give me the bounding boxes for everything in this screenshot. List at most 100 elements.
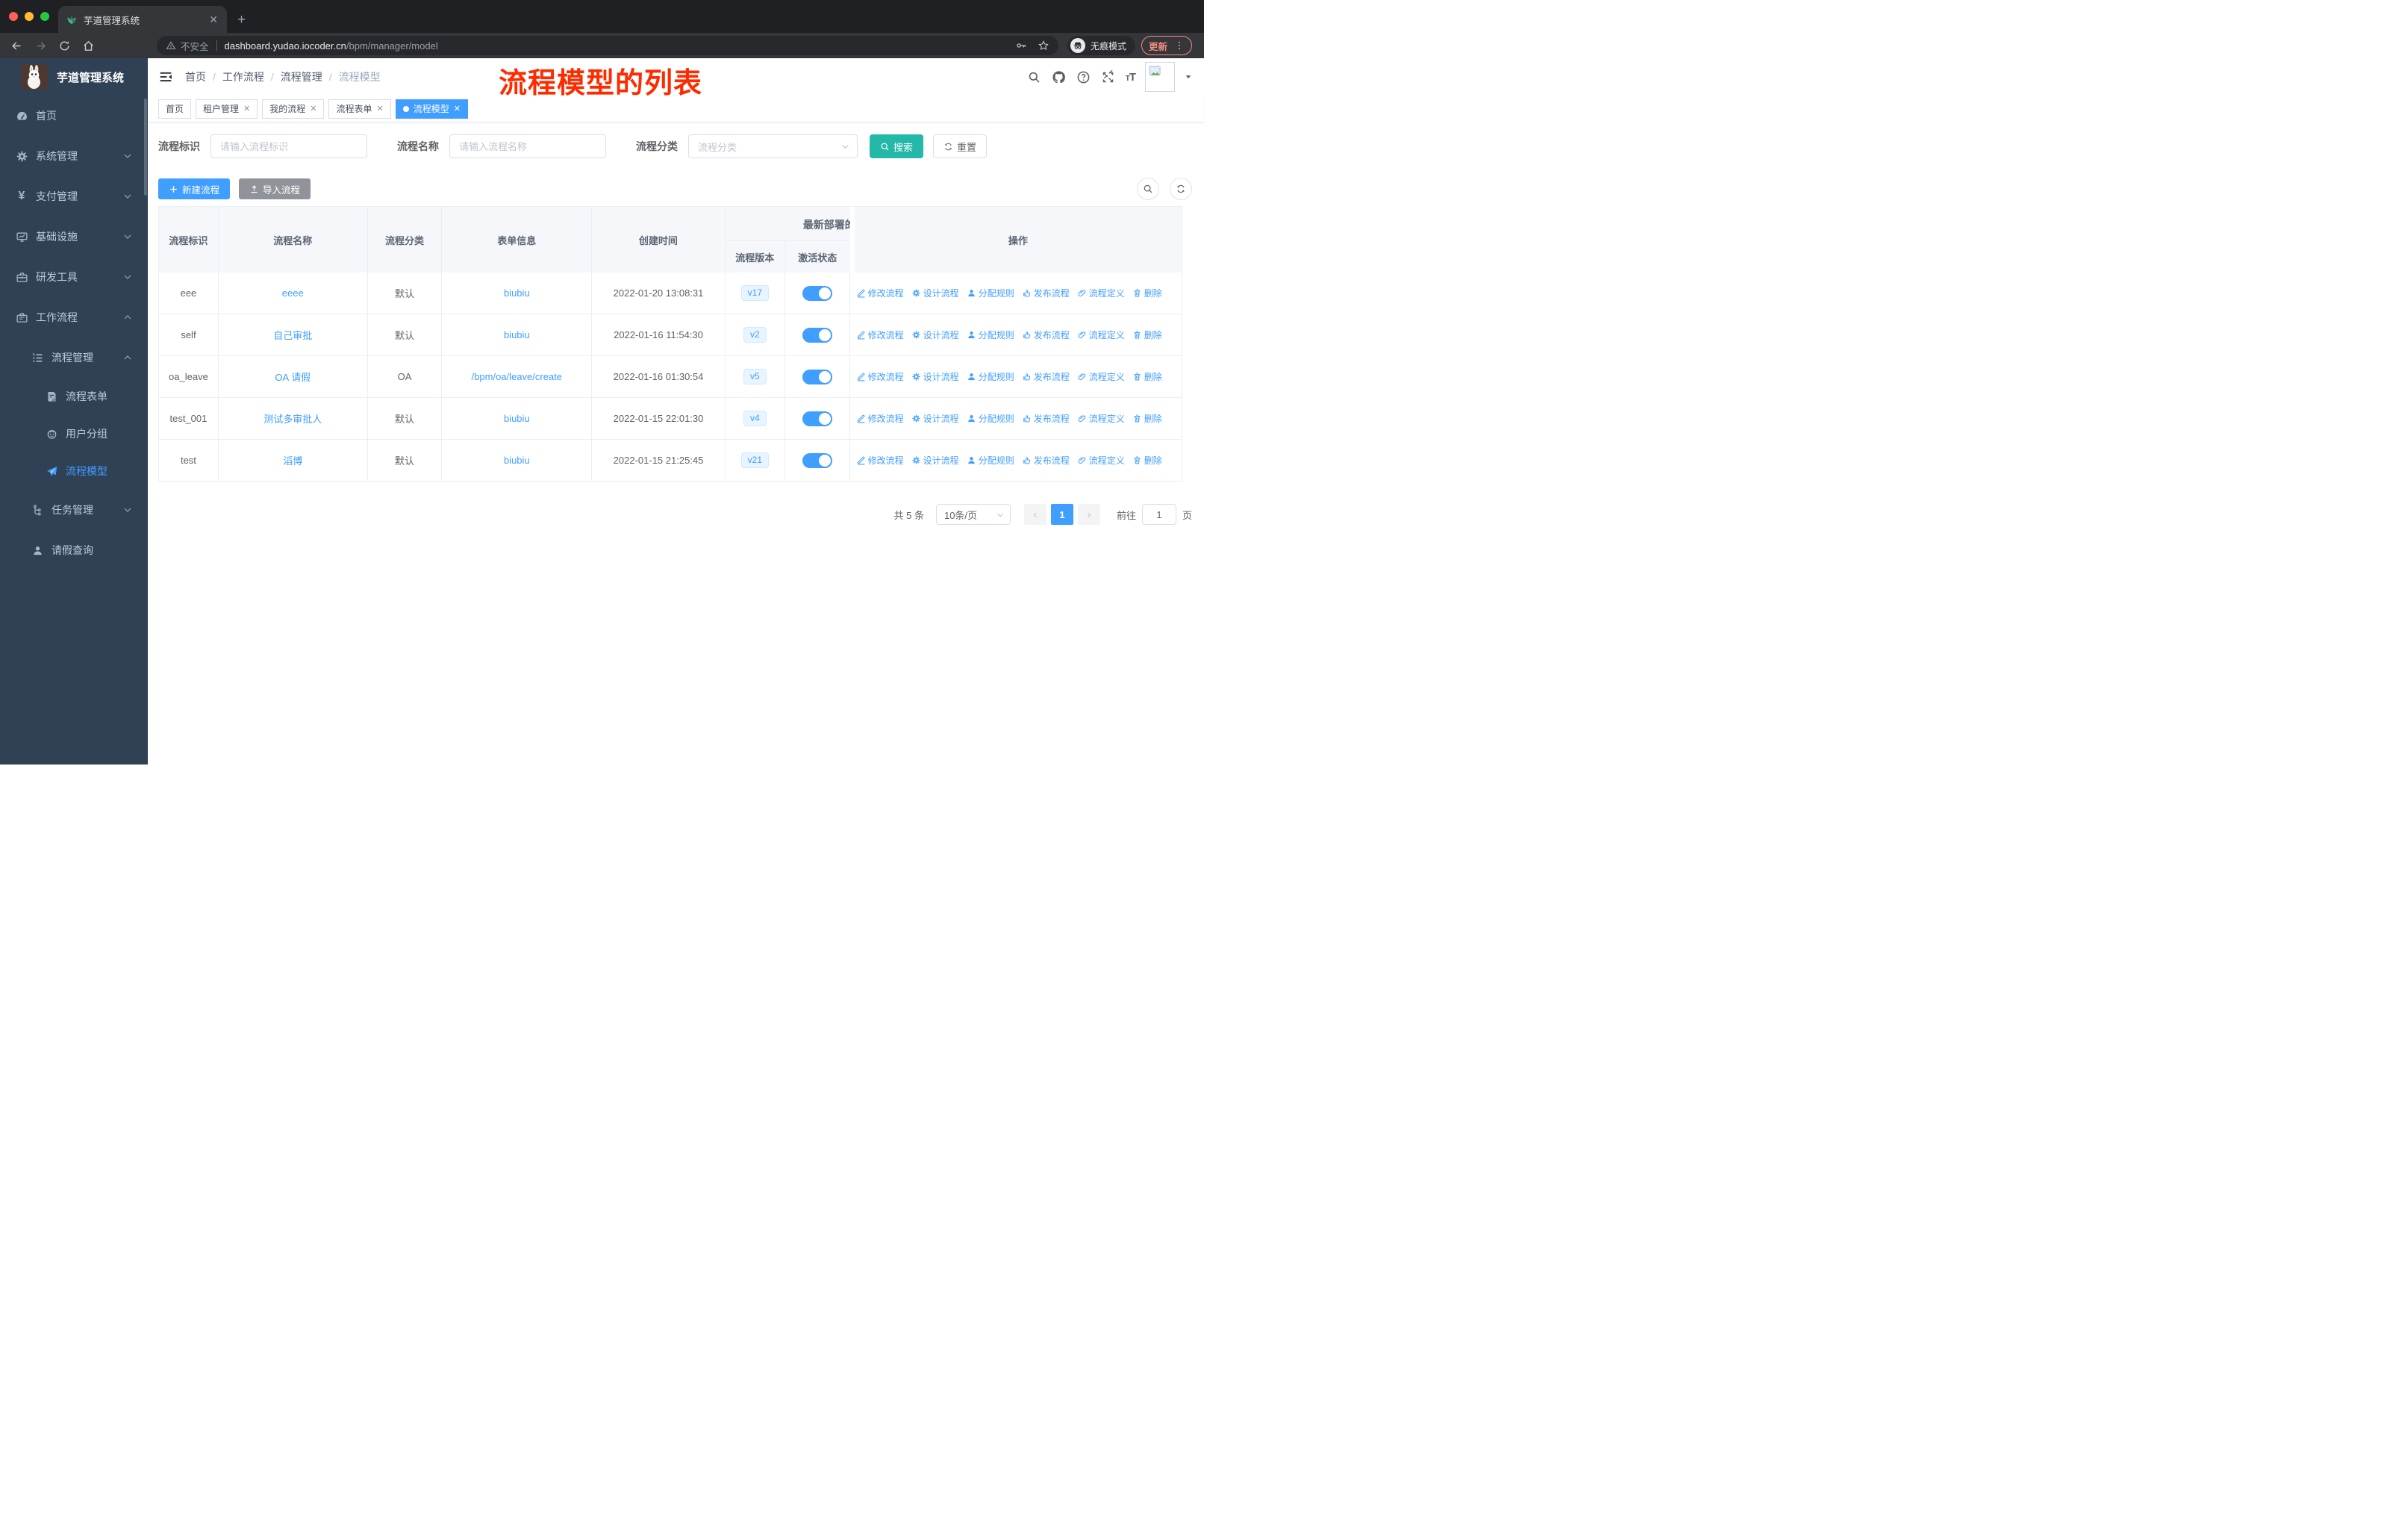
process-name-link[interactable]: 测试多审批人 — [263, 411, 322, 426]
action-publish-link[interactable]: 发布流程 — [1022, 287, 1070, 299]
action-delete-link[interactable]: 删除 — [1132, 328, 1162, 341]
action-assign-link[interactable]: 分配规则 — [967, 287, 1014, 299]
active-toggle[interactable] — [802, 285, 832, 301]
sidebar-item-workflow[interactable]: 工作流程 — [0, 297, 148, 337]
active-toggle[interactable] — [802, 452, 832, 468]
help-icon[interactable] — [1076, 69, 1091, 84]
action-design-link[interactable]: 设计流程 — [911, 328, 959, 341]
action-delete-link[interactable]: 删除 — [1132, 454, 1162, 467]
form-info-link[interactable]: /bpm/oa/leave/create — [472, 371, 562, 382]
toggle-search-button[interactable] — [1137, 178, 1159, 200]
action-definition-link[interactable]: 流程定义 — [1077, 412, 1125, 425]
action-design-link[interactable]: 设计流程 — [911, 454, 959, 467]
action-design-link[interactable]: 设计流程 — [911, 287, 959, 299]
form-info-link[interactable]: biubiu — [504, 329, 530, 340]
category-select[interactable]: 流程分类 — [688, 134, 858, 158]
action-edit-link[interactable]: 修改流程 — [856, 412, 904, 425]
action-edit-link[interactable]: 修改流程 — [856, 454, 904, 467]
reset-button[interactable]: 重置 — [933, 134, 988, 158]
action-publish-link[interactable]: 发布流程 — [1022, 328, 1070, 341]
sidebar-item-process-manage[interactable]: 流程管理 — [0, 337, 148, 378]
tag-close-icon[interactable]: ✕ — [454, 104, 461, 113]
tag-home[interactable]: 首页 — [158, 99, 192, 119]
action-definition-link[interactable]: 流程定义 — [1077, 454, 1125, 467]
version-badge[interactable]: v5 — [743, 368, 767, 385]
browser-update-button[interactable]: 更新 — [1141, 36, 1193, 55]
form-info-link[interactable]: biubiu — [504, 287, 530, 299]
sidebar-item-process-model[interactable]: 流程模型 — [0, 452, 148, 490]
tag-process-model[interactable]: 流程模型 ✕ — [395, 99, 468, 119]
action-definition-link[interactable]: 流程定义 — [1077, 370, 1125, 383]
browser-menu-dots-icon[interactable] — [1174, 40, 1185, 51]
password-key-icon[interactable] — [1015, 40, 1027, 52]
breadcrumb-process-manage[interactable]: 流程管理 — [281, 69, 322, 84]
process-name-link[interactable]: OA 请假 — [275, 370, 311, 384]
create-process-button[interactable]: 新建流程 — [158, 178, 231, 199]
action-assign-link[interactable]: 分配规则 — [967, 370, 1014, 383]
process-name-link[interactable]: eeee — [282, 287, 304, 299]
action-edit-link[interactable]: 修改流程 — [856, 287, 904, 299]
sidebar-scrollbar[interactable] — [144, 99, 147, 196]
tag-close-icon[interactable]: ✕ — [377, 104, 384, 113]
action-definition-link[interactable]: 流程定义 — [1077, 287, 1125, 299]
bookmark-star-icon[interactable] — [1038, 40, 1049, 52]
sidebar-item-infrastructure[interactable]: 基础设施 — [0, 217, 148, 257]
avatar[interactable] — [1145, 62, 1175, 92]
tag-my-process[interactable]: 我的流程 ✕ — [262, 99, 325, 119]
reload-icon[interactable] — [55, 37, 73, 55]
action-publish-link[interactable]: 发布流程 — [1022, 370, 1070, 383]
page-number-current[interactable]: 1 — [1050, 504, 1073, 525]
sidebar-item-dev-tools[interactable]: 研发工具 — [0, 257, 148, 297]
close-window-button[interactable] — [9, 12, 18, 21]
zoom-window-button[interactable] — [40, 12, 49, 21]
tag-process-form[interactable]: 流程表单 ✕ — [328, 99, 391, 119]
minimize-window-button[interactable] — [25, 12, 34, 21]
browser-tab[interactable]: 芋道管理系统 ✕ — [58, 6, 227, 33]
back-icon[interactable] — [7, 37, 25, 55]
active-toggle[interactable] — [802, 327, 832, 343]
search-icon[interactable] — [1027, 69, 1042, 84]
active-toggle[interactable] — [802, 411, 832, 426]
sidebar-item-system[interactable]: 系统管理 — [0, 136, 148, 176]
action-edit-link[interactable]: 修改流程 — [856, 328, 904, 341]
import-process-button[interactable]: 导入流程 — [239, 178, 311, 199]
process-name-link[interactable]: 滔博 — [283, 453, 302, 467]
sidebar-item-user-group[interactable]: 用户分组 — [0, 415, 148, 452]
action-assign-link[interactable]: 分配规则 — [967, 454, 1014, 467]
active-toggle[interactable] — [802, 369, 832, 384]
action-definition-link[interactable]: 流程定义 — [1077, 328, 1125, 341]
refresh-table-button[interactable] — [1170, 178, 1192, 200]
version-badge[interactable]: v21 — [740, 452, 770, 469]
sidebar-item-payment[interactable]: ¥ 支付管理 — [0, 176, 148, 217]
fullscreen-icon[interactable] — [1101, 69, 1116, 84]
sidebar-item-task-manage[interactable]: 任务管理 — [0, 490, 148, 530]
action-publish-link[interactable]: 发布流程 — [1022, 454, 1070, 467]
tab-close-icon[interactable]: ✕ — [208, 13, 219, 26]
form-info-link[interactable]: biubiu — [504, 413, 530, 424]
tag-close-icon[interactable]: ✕ — [310, 104, 316, 113]
tag-tenant[interactable]: 租户管理 ✕ — [196, 99, 258, 119]
github-icon[interactable] — [1052, 69, 1067, 84]
breadcrumb-workflow[interactable]: 工作流程 — [222, 69, 264, 84]
page-size-select[interactable]: 10条/页 — [935, 504, 1011, 525]
version-badge[interactable]: v4 — [743, 410, 767, 427]
process-name-input[interactable] — [449, 134, 606, 158]
action-assign-link[interactable]: 分配规则 — [967, 328, 1014, 341]
action-delete-link[interactable]: 删除 — [1132, 412, 1162, 425]
breadcrumb-home[interactable]: 首页 — [185, 69, 206, 84]
version-badge[interactable]: v17 — [740, 284, 770, 302]
action-publish-link[interactable]: 发布流程 — [1022, 412, 1070, 425]
prev-page-button[interactable]: ‹ — [1023, 504, 1047, 525]
address-bar[interactable]: 不安全 dashboard.yudao.iocoder.cn /bpm/mana… — [157, 36, 1058, 55]
action-assign-link[interactable]: 分配规则 — [967, 412, 1014, 425]
next-page-button[interactable]: › — [1077, 504, 1100, 525]
goto-page-input[interactable] — [1141, 504, 1176, 525]
font-size-icon[interactable]: TT — [1126, 71, 1136, 84]
search-button[interactable]: 搜索 — [870, 134, 924, 158]
sidebar-item-process-form[interactable]: 流程表单 — [0, 378, 148, 415]
sidebar-item-home[interactable]: 首页 — [0, 96, 148, 136]
process-key-input[interactable] — [210, 134, 367, 158]
sidebar-item-leave-query[interactable]: 请假查询 — [0, 530, 148, 570]
action-edit-link[interactable]: 修改流程 — [856, 370, 904, 383]
tag-close-icon[interactable]: ✕ — [243, 104, 250, 113]
